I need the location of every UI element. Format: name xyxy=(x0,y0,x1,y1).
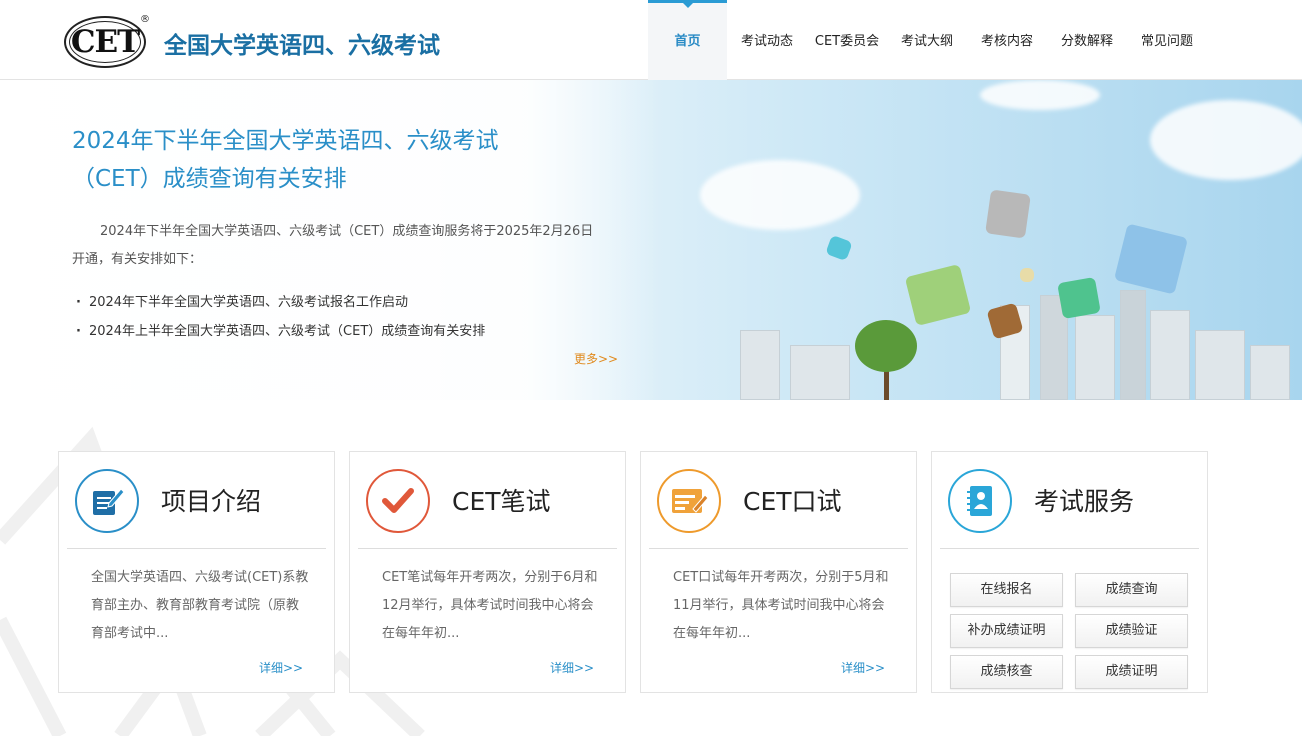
card-cet-written: CET笔试 CET笔试每年开考两次，分别于6月和12月举行，具体考试时间我中心将… xyxy=(349,451,626,693)
id-book-icon[interactable] xyxy=(948,469,1012,533)
city-skyline xyxy=(1120,290,1146,400)
card-divider xyxy=(649,548,908,549)
card-description: 全国大学英语四、六级考试(CET)系教育部主办、教育部教育考试院（原教育部考试中… xyxy=(91,570,309,641)
score-verification-button[interactable]: 成绩验证 xyxy=(1075,614,1188,648)
cet-logo[interactable]: CET xyxy=(64,16,146,68)
card-title[interactable]: CET笔试 xyxy=(452,482,551,518)
banner-news-item[interactable]: 2024年下半年全国大学英语四、六级考试报名工作启动 xyxy=(76,288,485,317)
banner-paragraph: 2024年下半年全国大学英语四、六级考试（CET）成绩查询服务将于2025年2月… xyxy=(72,224,594,267)
city-skyline xyxy=(1150,310,1190,400)
city-skyline xyxy=(1195,330,1245,400)
card-description: CET口试每年开考两次，分别于5月和11月举行，具体考试时间我中心将会在每年年初… xyxy=(673,570,889,641)
cloud-decoration xyxy=(1150,100,1302,180)
banner-news-list: 2024年下半年全国大学英语四、六级考试报名工作启动 2024年上半年全国大学英… xyxy=(76,288,485,346)
card-detail-link[interactable]: 详细>> xyxy=(841,659,885,676)
nav-syllabus[interactable]: 考试大纲 xyxy=(887,0,967,80)
card-title[interactable]: 项目介绍 xyxy=(161,482,261,518)
nav-score-explain[interactable]: 分数解释 xyxy=(1047,0,1127,80)
card-detail-link[interactable]: 详细>> xyxy=(550,659,594,676)
cube-decoration xyxy=(904,263,972,327)
cloud-decoration xyxy=(980,80,1100,110)
score-certificate-button[interactable]: 成绩证明 xyxy=(1075,655,1188,689)
score-review-button[interactable]: 成绩核查 xyxy=(950,655,1063,689)
banner-title[interactable]: 2024年下半年全国大学英语四、六级考试（CET）成绩查询有关安排 xyxy=(72,122,542,198)
city-skyline xyxy=(1250,345,1290,400)
hero-banner: 2024年下半年全国大学英语四、六级考试（CET）成绩查询有关安排 2024年下… xyxy=(0,80,1302,400)
city-skyline xyxy=(1075,315,1115,400)
site-title[interactable]: 全国大学英语四、六级考试 xyxy=(164,26,440,60)
cube-decoration xyxy=(1113,223,1189,295)
banner-news-panel: 2024年下半年全国大学英语四、六级考试（CET）成绩查询有关安排 2024年下… xyxy=(0,80,660,400)
card-detail-link[interactable]: 详细>> xyxy=(259,659,303,676)
card-description: CET笔试每年开考两次，分别于6月和12月举行，具体考试时间我中心将会在每年年初… xyxy=(382,570,598,641)
banner-more-link[interactable]: 更多>> xyxy=(574,350,618,367)
city-skyline xyxy=(790,345,850,400)
score-query-button[interactable]: 成绩查询 xyxy=(1075,573,1188,607)
nav-content[interactable]: 考核内容 xyxy=(967,0,1047,80)
nav-faq[interactable]: 常见问题 xyxy=(1127,0,1207,80)
main-nav: 首页 考试动态 CET委员会 考试大纲 考核内容 分数解释 常见问题 xyxy=(648,0,1207,80)
card-divider xyxy=(67,548,326,549)
tree-decoration xyxy=(855,320,917,372)
card-title[interactable]: 考试服务 xyxy=(1034,482,1134,518)
cloud-decoration xyxy=(700,160,860,230)
site-header: CET ® 全国大学英语四、六级考试 首页 考试动态 CET委员会 考试大纲 考… xyxy=(0,0,1302,80)
card-divider xyxy=(940,548,1199,549)
reissue-score-certificate-button[interactable]: 补办成绩证明 xyxy=(950,614,1063,648)
online-registration-button[interactable]: 在线报名 xyxy=(950,573,1063,607)
registered-mark: ® xyxy=(140,14,150,25)
nav-cet-committee[interactable]: CET委员会 xyxy=(807,0,887,80)
nav-exam-news[interactable]: 考试动态 xyxy=(727,0,807,80)
screen-edit-icon[interactable] xyxy=(657,469,721,533)
logo-text: CET xyxy=(70,24,140,60)
card-project-intro: 项目介绍 全国大学英语四、六级考试(CET)系教育部主办、教育部教育考试院（原教… xyxy=(58,451,335,693)
checkmark-icon[interactable] xyxy=(366,469,430,533)
card-cet-oral: CET口试 CET口试每年开考两次，分别于5月和11月举行，具体考试时间我中心将… xyxy=(640,451,917,693)
banner-news-item[interactable]: 2024年上半年全国大学英语四、六级考试（CET）成绩查询有关安排 xyxy=(76,317,485,346)
cube-decoration xyxy=(1057,276,1101,320)
document-edit-icon[interactable] xyxy=(75,469,139,533)
card-divider xyxy=(358,548,617,549)
cube-decoration xyxy=(825,234,853,262)
nav-home[interactable]: 首页 xyxy=(648,0,727,80)
city-skyline xyxy=(740,330,780,400)
card-title[interactable]: CET口试 xyxy=(743,482,842,518)
cube-decoration xyxy=(1020,268,1034,282)
cube-decoration xyxy=(985,189,1031,239)
